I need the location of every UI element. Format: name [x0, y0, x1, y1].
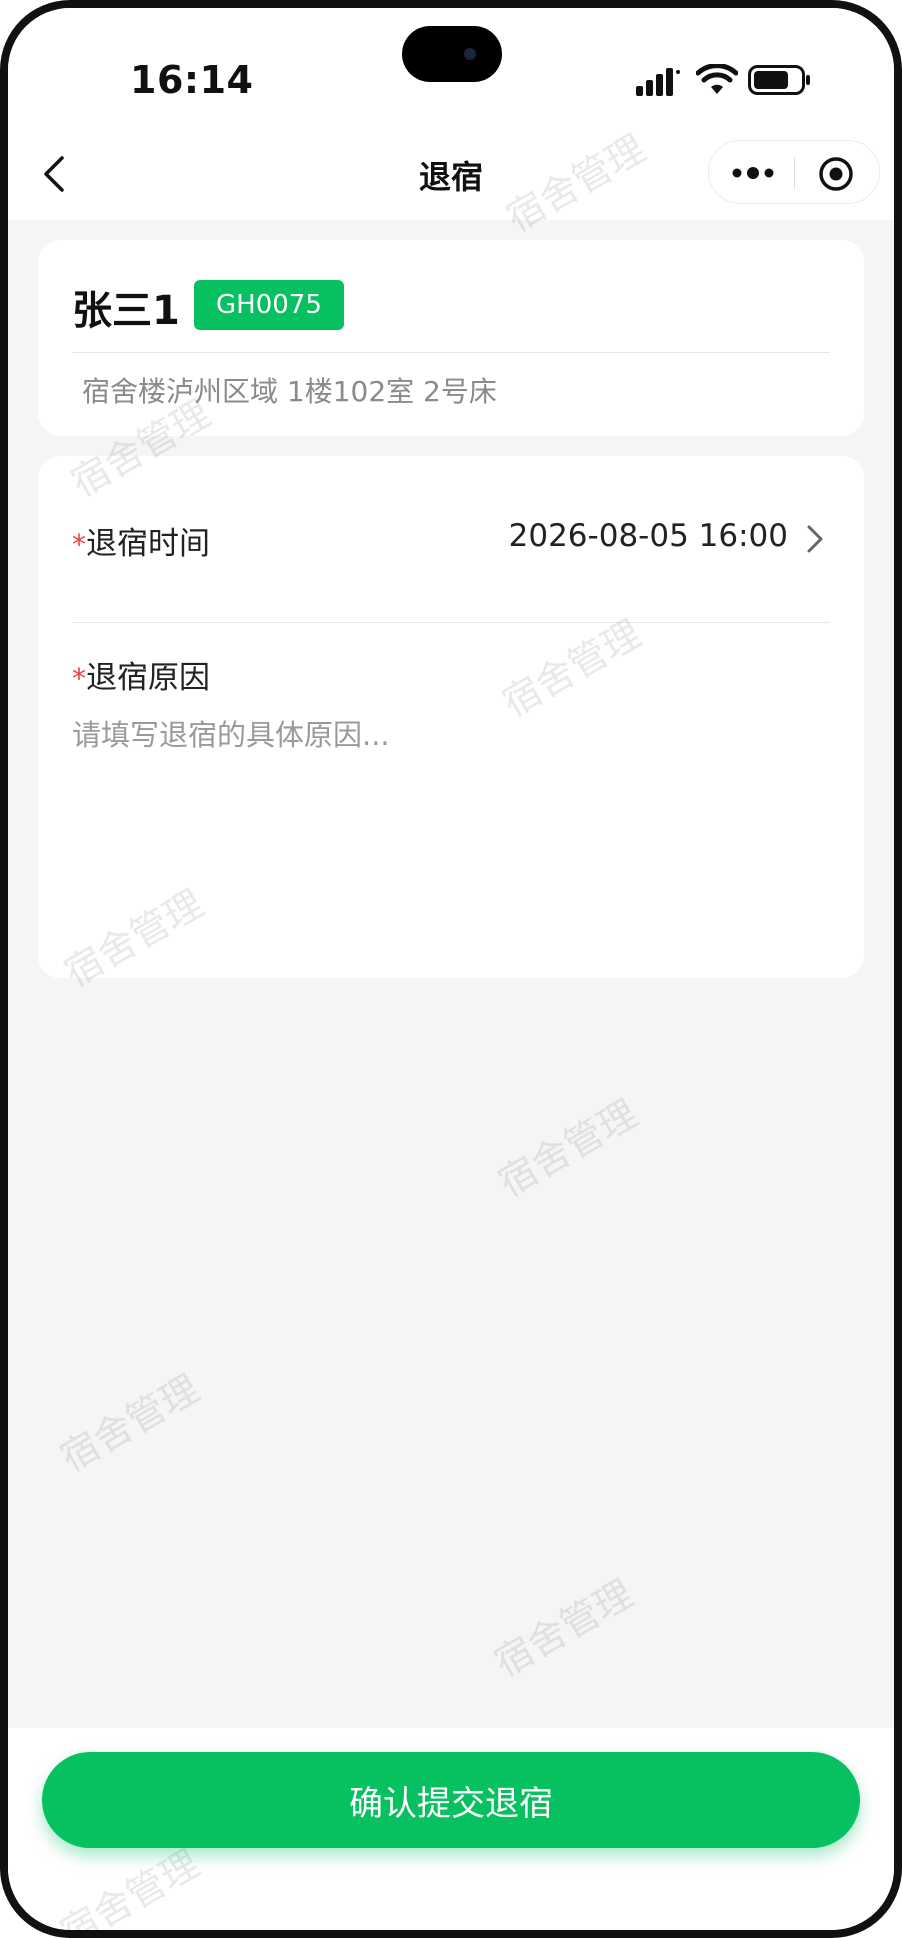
nav-bar: 退宿 — [8, 130, 894, 220]
student-name: 张三1 — [72, 288, 180, 334]
checkout-reason-label: *退宿原因 — [72, 652, 210, 697]
info-divider — [72, 352, 830, 353]
wifi-icon — [696, 64, 738, 94]
status-time: 16:14 — [130, 58, 254, 102]
checkout-time-label: *退宿时间 — [72, 518, 210, 563]
capsule-divider — [794, 157, 795, 189]
phone-frame: 16:14 退宿 张三1 GH0075 宿舍楼泸州区域 1楼102室 2号床 *… — [0, 0, 902, 1938]
student-id-badge: GH0075 — [194, 280, 344, 330]
checkout-reason-input[interactable] — [72, 712, 830, 942]
close-miniprogram-icon[interactable] — [817, 155, 855, 193]
student-info-card: 张三1 GH0075 宿舍楼泸州区域 1楼102室 2号床 — [38, 240, 864, 436]
screen: 16:14 退宿 张三1 GH0075 宿舍楼泸州区域 1楼102室 2号床 *… — [8, 8, 894, 1930]
battery-icon — [748, 65, 810, 95]
checkout-time-label-text: 退宿时间 — [86, 526, 210, 562]
required-mark: * — [72, 662, 86, 695]
chevron-right-icon — [807, 525, 823, 553]
miniprogram-capsule — [708, 140, 880, 204]
watermark: 宿舍管理 — [52, 1366, 207, 1481]
form-divider — [72, 622, 830, 623]
checkout-reason-label-text: 退宿原因 — [86, 660, 210, 696]
checkout-time-value: 2026-08-05 16:00 — [508, 518, 788, 554]
bed-location: 宿舍楼泸州区域 1楼102室 2号床 — [82, 375, 497, 408]
more-options-icon[interactable] — [727, 157, 779, 189]
watermark: 宿舍管理 — [490, 1091, 645, 1206]
required-mark: * — [72, 528, 86, 561]
dynamic-island — [402, 26, 502, 82]
bottom-action-bar: 确认提交退宿 — [8, 1728, 894, 1930]
checkout-form-card: *退宿时间 2026-08-05 16:00 *退宿原因 — [38, 456, 864, 978]
watermark: 宿舍管理 — [486, 1571, 641, 1686]
checkout-time-picker[interactable]: *退宿时间 2026-08-05 16:00 — [72, 456, 830, 622]
confirm-checkout-button[interactable]: 确认提交退宿 — [42, 1752, 860, 1848]
cellular-signal-icon — [636, 68, 680, 96]
status-bar: 16:14 — [8, 8, 894, 130]
